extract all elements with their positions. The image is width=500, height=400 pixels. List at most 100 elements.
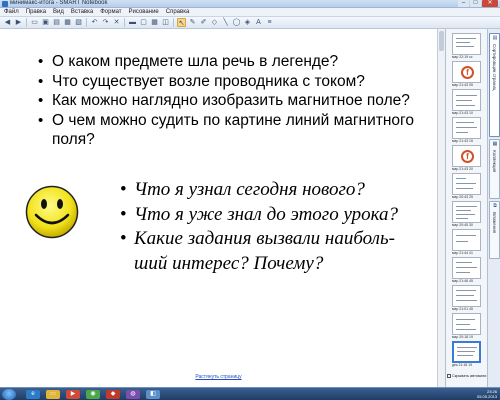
folder-icon[interactable]: ▭ xyxy=(46,390,60,399)
reflection-list: Что я узнал сегодня нового? Что я уже зн… xyxy=(118,178,428,276)
menu-insert[interactable]: Вставка xyxy=(71,8,93,16)
page-thumbnail[interactable]: мар 21:01 45 xyxy=(452,285,481,311)
page-thumbnail[interactable]: мар 20:18 19 xyxy=(452,313,481,339)
undo-icon[interactable]: ↶ xyxy=(90,18,99,27)
page-thumbnail[interactable]: мар 20:43 25 xyxy=(452,173,481,199)
tab-label: Вложения xyxy=(492,212,497,234)
list-item[interactable]: Как можно наглядно изобразить магнитное … xyxy=(38,91,418,111)
page-thumbnail[interactable]: f мар 21:43 20 xyxy=(452,145,481,171)
thumbnail-preview xyxy=(452,33,481,55)
page-thumbnail[interactable]: мар 22:19 сс xyxy=(452,33,481,59)
media-player-icon[interactable]: ▶ xyxy=(66,390,80,399)
list-item[interactable]: Что я уже знал до этого урока? xyxy=(118,203,428,228)
vertical-scrollbar[interactable] xyxy=(437,29,445,387)
menu-draw[interactable]: Рисование xyxy=(129,8,159,16)
pdf-reader-icon[interactable]: ◆ xyxy=(106,390,120,399)
internet-explorer-icon[interactable]: e xyxy=(26,390,40,399)
scrollbar-thumb[interactable] xyxy=(439,31,444,51)
text-icon[interactable]: A xyxy=(254,18,263,27)
page-sorter-icon: ▤ xyxy=(492,35,498,41)
extend-page-link[interactable]: Растянуть страницу xyxy=(0,374,437,380)
auto-hide-checkbox[interactable] xyxy=(447,374,451,378)
full-screen-icon[interactable]: ▢ xyxy=(139,18,148,27)
menu-format[interactable]: Формат xyxy=(100,8,121,16)
menu-help[interactable]: Справка xyxy=(166,8,190,16)
select-icon[interactable]: ↖ xyxy=(177,18,186,27)
creative-pen-icon[interactable]: ✐ xyxy=(199,18,208,27)
menu-file[interactable]: Файл xyxy=(4,8,19,16)
thumbnail-caption: мар 21:46 45 xyxy=(452,279,473,283)
tab-gallery[interactable]: ▦ Коллекция xyxy=(489,139,500,199)
add-page-icon[interactable]: ▭ xyxy=(30,18,39,27)
list-item[interactable]: О каком предмете шла речь в легенде? xyxy=(38,52,418,72)
eraser-icon[interactable]: ◇ xyxy=(210,18,219,27)
minimize-button[interactable]: ‒ xyxy=(458,0,469,7)
thumbnail-caption: мар 20:45 30 xyxy=(452,223,473,227)
list-item[interactable]: Что я узнал сегодня нового? xyxy=(118,178,428,203)
page-thumbnail[interactable]: мар 21:43 10 xyxy=(452,89,481,115)
menu-edit[interactable]: Правка xyxy=(26,8,46,16)
maximize-button[interactable]: □ xyxy=(470,0,481,7)
thumbnail-preview xyxy=(452,341,481,363)
delete-page-icon[interactable]: ▣ xyxy=(41,18,50,27)
thumbnail-preview: f xyxy=(452,61,481,83)
page-thumbnail[interactable]: f мар 21:43 05 xyxy=(452,61,481,87)
thumbnail-caption: мар 21:43 10 xyxy=(452,111,473,115)
paste-icon[interactable]: ▧ xyxy=(74,18,83,27)
thumbnail-preview xyxy=(452,257,481,279)
thumbnail-caption: мар 21:44 41 xyxy=(452,251,473,255)
thumbnail-preview xyxy=(452,313,481,335)
page-thumbnail-selected[interactable]: дек 21:18 19 xyxy=(452,341,481,367)
window-title-bar[interactable]: минимакс-итога - SMART Notebook ‒ □ ✕ xyxy=(0,0,500,8)
thumbnail-preview xyxy=(452,201,481,223)
redo-icon[interactable]: ↷ xyxy=(101,18,110,27)
screen-shade-icon[interactable]: ▬ xyxy=(128,18,137,27)
fill-icon[interactable]: ◈ xyxy=(243,18,252,27)
toolbar-separator xyxy=(26,18,27,27)
thumbnail-caption: мар 22:19 сс xyxy=(452,55,473,59)
tab-page-sorter[interactable]: ▤ Сортировщик страниц xyxy=(489,33,500,137)
open-icon[interactable]: ▤ xyxy=(52,18,61,27)
smiley-face-icon[interactable] xyxy=(25,185,79,239)
save-icon[interactable]: ▦ xyxy=(63,18,72,27)
menu-view[interactable]: Вид xyxy=(53,8,64,16)
tab-attachments[interactable]: ⧉ Вложения xyxy=(489,201,500,259)
start-button[interactable] xyxy=(2,389,16,400)
forward-icon[interactable]: ▶ xyxy=(14,18,23,27)
toolbar-separator xyxy=(86,18,87,27)
page-thumbnail[interactable]: мар 20:45 30 xyxy=(452,201,481,227)
page-thumbnail[interactable]: мар 21:43 15 xyxy=(452,117,481,143)
notebook-page-canvas[interactable]: О каком предмете шла речь в легенде? Что… xyxy=(0,29,437,387)
page-thumbnail[interactable]: мар 21:44 41 xyxy=(452,229,481,255)
line-icon[interactable]: ╲ xyxy=(221,18,230,27)
list-item[interactable]: Что существует возле проводника с током? xyxy=(38,72,418,92)
system-tray-clock[interactable]: 23:26 05.05.2013 xyxy=(477,389,497,399)
thumbnail-caption: мар 21:43 05 xyxy=(452,83,473,87)
side-tabs: ▤ Сортировщик страниц ▦ Коллекция ⧉ Влож… xyxy=(487,29,500,387)
app-icon xyxy=(2,1,8,7)
properties-icon[interactable]: ≡ xyxy=(265,18,274,27)
delete-icon[interactable]: ✕ xyxy=(112,18,121,27)
pen-icon[interactable]: ✎ xyxy=(188,18,197,27)
auto-hide-option[interactable]: Скрывать автомати xyxy=(447,374,487,379)
auto-hide-label: Скрывать автомати xyxy=(452,374,487,378)
clock-date: 05.05.2013 xyxy=(476,394,497,399)
page-thumbnail[interactable]: мар 21:46 45 xyxy=(452,257,481,283)
thumbnail-preview xyxy=(452,89,481,111)
list-item[interactable]: Какие задания вызвали наиболь-ший интере… xyxy=(118,227,428,276)
window-controls: ‒ □ ✕ xyxy=(458,0,498,7)
shape-icon[interactable]: ◯ xyxy=(232,18,241,27)
thumbnail-caption: мар 21:01 45 xyxy=(452,307,473,311)
tab-label: Сортировщик страниц xyxy=(492,44,497,91)
back-icon[interactable]: ◀ xyxy=(3,18,12,27)
app-icon[interactable]: ◍ xyxy=(126,390,140,399)
smart-notebook-icon[interactable]: ◧ xyxy=(146,390,160,399)
close-button[interactable]: ✕ xyxy=(482,0,498,7)
table-icon[interactable]: ▦ xyxy=(150,18,159,27)
chrome-icon[interactable]: ◉ xyxy=(86,390,100,399)
window-title: минимакс-итога - SMART Notebook xyxy=(10,0,108,6)
thumbnail-preview xyxy=(452,117,481,139)
list-item[interactable]: О чем можно судить по картине линий магн… xyxy=(38,111,418,150)
screen-capture-icon[interactable]: ◫ xyxy=(161,18,170,27)
thumbnail-preview xyxy=(452,285,481,307)
